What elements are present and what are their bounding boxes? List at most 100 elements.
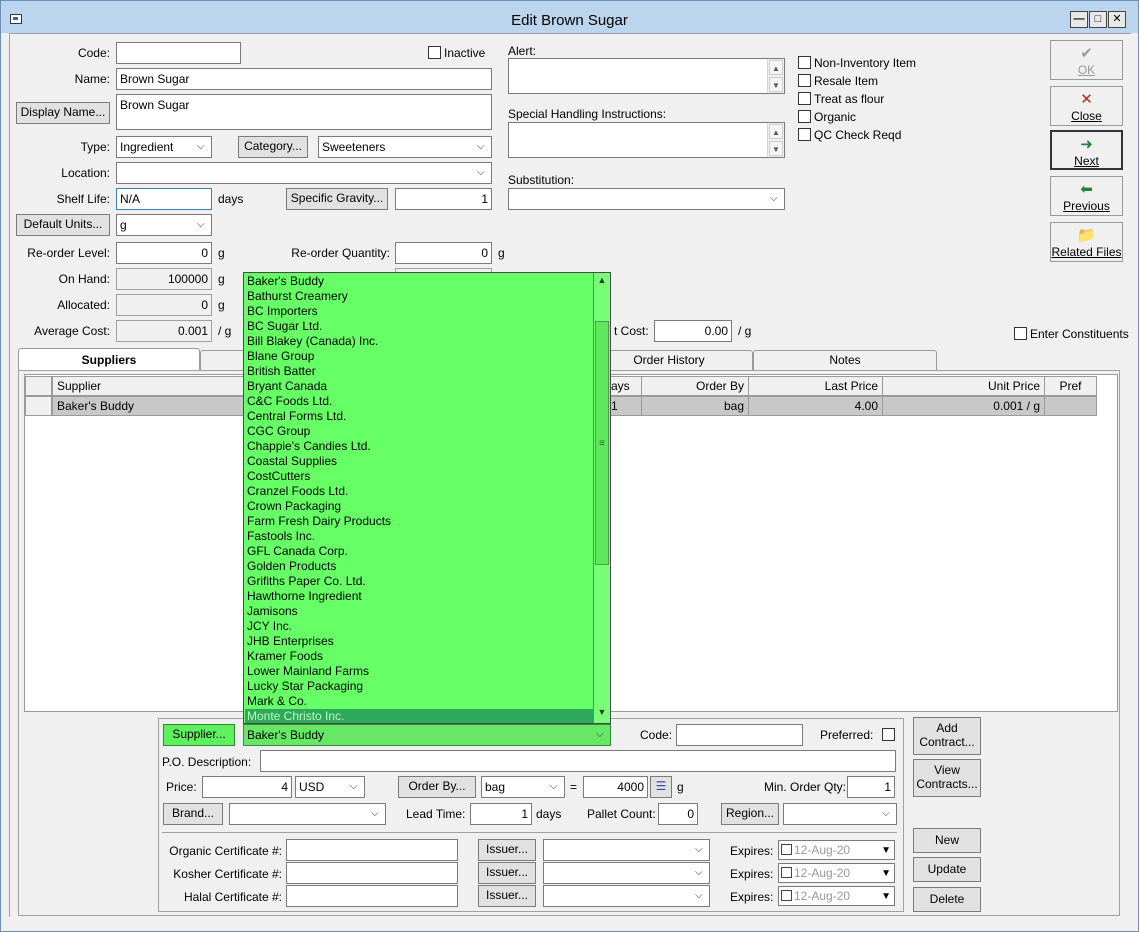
reorder-qty-input[interactable]: 0: [395, 242, 492, 264]
update-button[interactable]: Update: [913, 857, 981, 882]
tab-suppliers[interactable]: Suppliers: [18, 348, 200, 372]
list-item[interactable]: British Batter: [245, 364, 593, 379]
min-order-qty-input[interactable]: 1: [847, 776, 895, 798]
kosher-issuer-button[interactable]: Issuer...: [478, 862, 536, 884]
inactive-checkbox[interactable]: [428, 46, 441, 59]
list-item[interactable]: CostCutters: [245, 469, 593, 484]
grid-header-unit-price[interactable]: Unit Price: [882, 376, 1045, 396]
default-units-select[interactable]: g ⌵: [116, 214, 212, 236]
halal-issuer-select[interactable]: ⌵: [543, 885, 710, 907]
close-button[interactable]: ✕ Close: [1050, 86, 1123, 126]
scroll-down-icon[interactable]: ▼: [596, 707, 608, 721]
preferred-checkbox[interactable]: [882, 728, 895, 741]
list-item[interactable]: JHB Enterprises: [245, 634, 593, 649]
conversion-input[interactable]: 4000: [583, 776, 648, 798]
scroll-down-icon[interactable]: ▼: [769, 141, 783, 156]
currency-select[interactable]: USD ⌵: [295, 776, 365, 798]
list-item[interactable]: Crown Packaging: [245, 499, 593, 514]
last-cost-input[interactable]: 0.00: [654, 320, 732, 342]
list-item[interactable]: Grifiths Paper Co. Ltd.: [245, 574, 593, 589]
halal-cert-input[interactable]: [286, 885, 458, 907]
supplier-code-input[interactable]: [676, 724, 803, 746]
display-name-input[interactable]: Brown Sugar: [116, 94, 492, 130]
dropdown-scrollbar[interactable]: ▲ ≡ ▼: [593, 273, 610, 723]
location-select[interactable]: ⌵: [116, 162, 492, 184]
reorder-level-input[interactable]: 0: [116, 242, 212, 264]
category-select[interactable]: Sweeteners ⌵: [318, 136, 492, 158]
supplier-dropdown-list[interactable]: ▲ ≡ ▼ Baker's Buddy Bathurst Creamery BC I…: [243, 272, 611, 724]
special-handling-scrollbar[interactable]: ▲ ▼: [767, 123, 784, 157]
list-item[interactable]: Farm Fresh Dairy Products: [245, 514, 593, 529]
list-item[interactable]: Coastal Supplies: [245, 454, 593, 469]
list-item[interactable]: Bathurst Creamery: [245, 289, 593, 304]
kosher-expires-date[interactable]: 12-Aug-20 ▼: [778, 863, 895, 883]
scroll-thumb[interactable]: ≡: [595, 321, 609, 565]
list-item[interactable]: Jamisons: [245, 604, 593, 619]
list-item[interactable]: Monte Christo Inc.: [245, 709, 593, 723]
alert-scrollbar[interactable]: ▲ ▼: [767, 59, 784, 93]
code-input[interactable]: [116, 42, 241, 64]
related-files-button[interactable]: 📁 Related Files: [1050, 222, 1123, 262]
table-row-order-by[interactable]: bag: [641, 396, 749, 416]
list-item[interactable]: C&C Foods Ltd.: [245, 394, 593, 409]
list-item[interactable]: Central Forms Ltd.: [245, 409, 593, 424]
non-inventory-checkbox[interactable]: [798, 56, 811, 69]
list-item[interactable]: Bill Blakey (Canada) Inc.: [245, 334, 593, 349]
kosher-issuer-select[interactable]: ⌵: [543, 862, 710, 884]
table-row-pref[interactable]: [1044, 396, 1097, 416]
grid-header-last-price[interactable]: Last Price: [748, 376, 883, 396]
add-contract-button[interactable]: Add Contract...: [913, 717, 981, 755]
type-select[interactable]: Ingredient ⌵: [116, 136, 212, 158]
list-item[interactable]: BC Sugar Ltd.: [245, 319, 593, 334]
supplier-button[interactable]: Supplier...: [163, 724, 235, 746]
delete-button[interactable]: Delete: [913, 887, 981, 912]
expires-checkbox[interactable]: [781, 867, 792, 878]
grid-header-order-by[interactable]: Order By: [641, 376, 749, 396]
list-item[interactable]: Bryant Canada: [245, 379, 593, 394]
treat-as-flour-checkbox[interactable]: [798, 92, 811, 105]
scroll-down-icon[interactable]: ▼: [769, 77, 783, 92]
shelf-life-input[interactable]: N/A: [116, 188, 212, 210]
list-item[interactable]: Baker's Buddy: [245, 274, 593, 289]
po-description-input[interactable]: [260, 750, 896, 772]
list-item[interactable]: CGC Group: [245, 424, 593, 439]
table-row-lead-days[interactable]: 1: [606, 396, 642, 416]
category-button[interactable]: Category...: [238, 136, 308, 158]
order-by-button[interactable]: Order By...: [398, 776, 476, 798]
view-contracts-button[interactable]: View Contracts...: [913, 759, 981, 797]
grid-header-pref[interactable]: Pref: [1044, 376, 1097, 396]
scroll-up-icon[interactable]: ▲: [769, 124, 783, 139]
order-by-select[interactable]: bag ⌵: [481, 776, 565, 798]
display-name-button[interactable]: Display Name...: [16, 102, 110, 124]
scroll-up-icon[interactable]: ▲: [596, 275, 608, 289]
table-row-selector[interactable]: [25, 396, 52, 416]
expires-checkbox[interactable]: [781, 890, 792, 901]
brand-button[interactable]: Brand...: [163, 803, 223, 825]
enter-constituents-checkbox[interactable]: [1014, 327, 1027, 340]
alert-textarea[interactable]: ▲ ▼: [508, 58, 785, 94]
ok-button[interactable]: ✔ OK: [1050, 40, 1123, 80]
default-units-button[interactable]: Default Units...: [16, 214, 110, 236]
list-item[interactable]: Kramer Foods: [245, 649, 593, 664]
kosher-cert-input[interactable]: [286, 862, 458, 884]
previous-button[interactable]: ⬅ Previous: [1050, 176, 1123, 216]
grid-header-lead-days[interactable]: ays: [606, 376, 642, 396]
table-row-unit-price[interactable]: 0.001 / g: [882, 396, 1045, 416]
tab-notes[interactable]: Notes: [753, 350, 937, 370]
specific-gravity-button[interactable]: Specific Gravity...: [286, 188, 388, 210]
organic-checkbox[interactable]: [798, 110, 811, 123]
list-item[interactable]: Hawthorne Ingredient: [245, 589, 593, 604]
qc-check-checkbox[interactable]: [798, 128, 811, 141]
expires-checkbox[interactable]: [781, 844, 792, 855]
list-item[interactable]: Mark & Co.: [245, 694, 593, 709]
halal-issuer-button[interactable]: Issuer...: [478, 885, 536, 907]
minimize-icon[interactable]: —: [1070, 11, 1088, 28]
halal-expires-date[interactable]: 12-Aug-20 ▼: [778, 886, 895, 906]
supplier-select[interactable]: Baker's Buddy ⌵: [243, 724, 611, 746]
specific-gravity-input[interactable]: 1: [395, 188, 492, 210]
list-item[interactable]: BC Importers: [245, 304, 593, 319]
organic-issuer-select[interactable]: ⌵: [543, 839, 710, 861]
name-input[interactable]: Brown Sugar: [116, 68, 492, 90]
table-row-last-price[interactable]: 4.00: [748, 396, 883, 416]
new-button[interactable]: New: [913, 828, 981, 853]
